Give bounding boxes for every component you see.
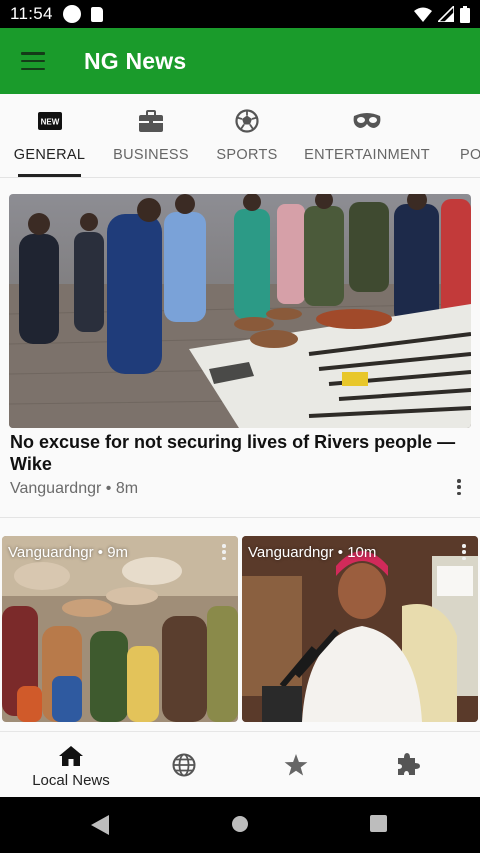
- status-icons: [414, 5, 470, 23]
- article-card-meta: Vanguardngr • 10m: [248, 544, 377, 561]
- back-icon[interactable]: [91, 815, 109, 835]
- globe-icon: [172, 753, 196, 777]
- nav-local-news[interactable]: Local News: [22, 732, 120, 798]
- tab-label: ENTERTAINMENT: [304, 147, 430, 163]
- tab-label: PO: [460, 147, 480, 163]
- card-more-options-icon[interactable]: [456, 542, 472, 562]
- new-badge-icon: NEW: [37, 109, 62, 133]
- star-icon: [284, 753, 308, 777]
- notification-dot-icon: [62, 5, 81, 23]
- article-card-image: [2, 536, 238, 722]
- tab-label: GENERAL: [13, 147, 86, 163]
- home-icon: [59, 744, 83, 768]
- hero-article-image[interactable]: [9, 194, 471, 428]
- article-card-image: [242, 536, 478, 722]
- briefcase-icon: [139, 109, 163, 133]
- tab-sports[interactable]: SPORTS: [216, 94, 277, 177]
- recents-icon[interactable]: [370, 815, 387, 832]
- app-bar: NG News: [0, 28, 480, 94]
- system-navigation-bar: [0, 797, 480, 853]
- active-tab-indicator: [18, 174, 81, 177]
- tab-entertainment[interactable]: ENTERTAINMENT: [304, 94, 430, 177]
- bottom-navigation: Local News: [0, 731, 480, 797]
- svg-text:NEW: NEW: [40, 118, 59, 127]
- tab-general[interactable]: NEW GENERAL: [14, 94, 85, 177]
- tab-politics-partial[interactable]: PO: [460, 94, 480, 177]
- article-card-1[interactable]: Vanguardngr • 9m: [2, 536, 238, 722]
- card-more-options-icon[interactable]: [216, 542, 232, 562]
- hero-article-title[interactable]: No excuse for not securing lives of Rive…: [10, 431, 465, 475]
- tab-label: BUSINESS: [113, 147, 189, 163]
- article-card-2[interactable]: Vanguardngr • 10m: [242, 536, 478, 722]
- home-circle-icon[interactable]: [231, 815, 249, 833]
- hero-article-meta: Vanguardngr • 8m: [10, 480, 139, 497]
- divider: [0, 517, 480, 518]
- tab-label: SPORTS: [216, 147, 278, 163]
- signal-icon: [438, 6, 454, 22]
- menu-button[interactable]: [21, 52, 45, 70]
- tab-business[interactable]: BUSINESS: [113, 94, 189, 177]
- soccer-ball-icon: [235, 109, 259, 133]
- screen: 11:54 NG News NEW GENERAL BUSINESS SPORT…: [0, 0, 480, 853]
- mask-icon: [352, 109, 382, 133]
- nav-label: Local News: [32, 772, 110, 789]
- nav-world[interactable]: [164, 732, 204, 798]
- nav-extensions[interactable]: [388, 732, 428, 798]
- battery-icon: [460, 5, 470, 23]
- article-card-meta: Vanguardngr • 9m: [8, 544, 129, 561]
- hero-more-options-icon[interactable]: [451, 477, 467, 497]
- wifi-icon: [414, 7, 432, 22]
- status-time: 11:54: [10, 4, 53, 23]
- puzzle-icon: [396, 753, 420, 777]
- nav-favorites[interactable]: [276, 732, 316, 798]
- category-tabs: NEW GENERAL BUSINESS SPORTS ENTERTAINMEN…: [0, 94, 480, 178]
- sd-card-icon: [90, 6, 103, 22]
- status-bar: 11:54: [0, 0, 480, 28]
- app-title: NG News: [84, 47, 187, 74]
